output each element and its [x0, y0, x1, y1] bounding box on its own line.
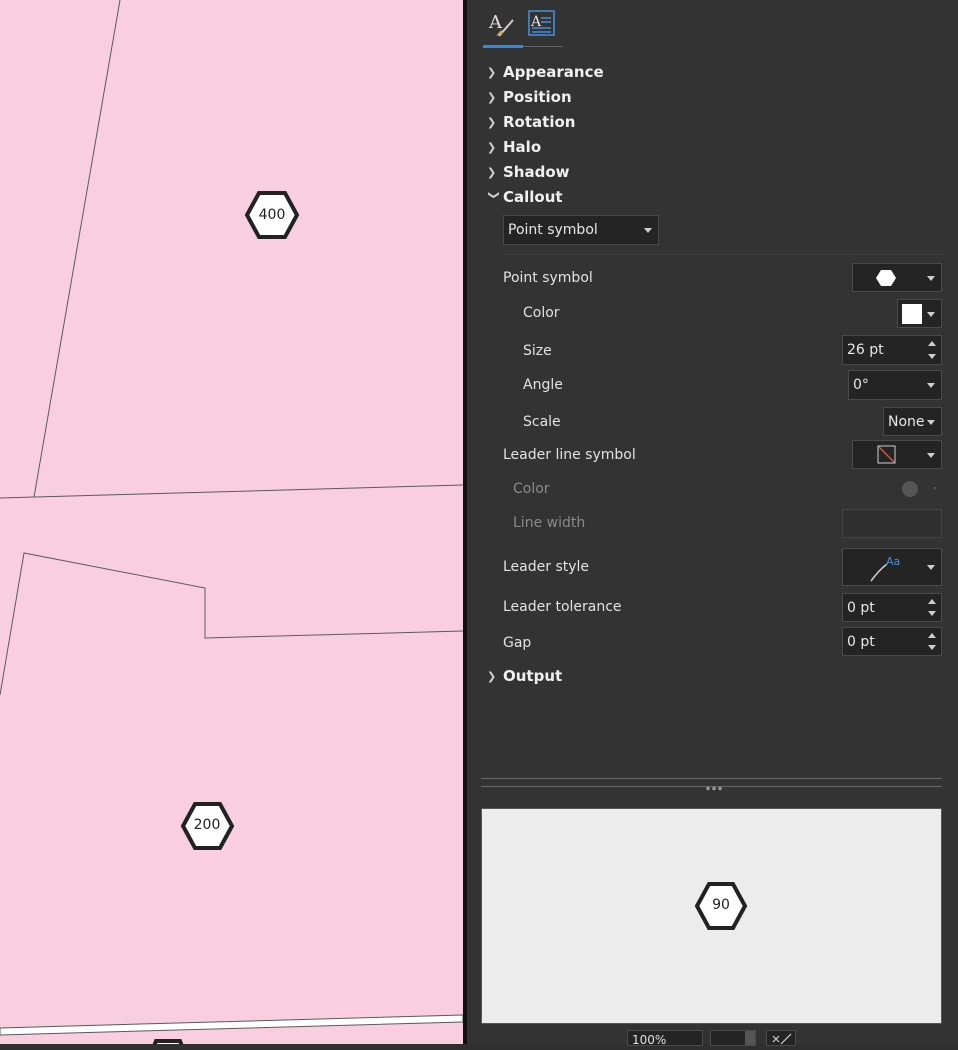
- resize-grip-icon[interactable]: [703, 778, 727, 791]
- dropdown-arrow-icon: [927, 383, 935, 388]
- text-paragraph-icon[interactable]: A: [527, 8, 557, 38]
- chevron-right-icon: ❯: [487, 140, 497, 154]
- no-color-icon: [902, 481, 937, 497]
- dropdown-arrow-icon: [927, 565, 935, 570]
- chevron-down-icon: ❯: [487, 190, 501, 200]
- callout-type-dropdown[interactable]: Point symbol: [503, 215, 659, 245]
- size-spinner[interactable]: 26 pt: [842, 335, 942, 365]
- point-symbol-picker[interactable]: [852, 263, 942, 292]
- leader-line-symbol-label: Leader line symbol: [503, 447, 636, 463]
- section-shadow[interactable]: ❯ Shadow: [487, 161, 570, 183]
- leader-color-picker-disabled: [897, 476, 942, 502]
- dropdown-arrow-icon: [644, 228, 652, 233]
- spin-down-icon[interactable]: [928, 611, 936, 616]
- spin-down-icon[interactable]: [928, 354, 936, 359]
- svg-text:Aa: Aa: [886, 555, 900, 568]
- gap-spinner[interactable]: 0 pt: [842, 627, 942, 656]
- section-output[interactable]: ❯ Output: [487, 665, 562, 687]
- preview-toolbar: 100%: [467, 1028, 958, 1047]
- scale-dropdown[interactable]: None: [883, 407, 942, 436]
- divider: [503, 254, 943, 255]
- map-canvas: [0, 0, 463, 1044]
- map-view[interactable]: 400 200: [0, 0, 463, 1044]
- color-picker[interactable]: [897, 299, 942, 328]
- size-label: Size: [523, 343, 552, 359]
- leader-tolerance-spinner[interactable]: 0 pt: [842, 593, 942, 622]
- leader-tolerance-label: Leader tolerance: [503, 599, 622, 615]
- dropdown-arrow-icon: [927, 311, 935, 317]
- section-position[interactable]: ❯ Position: [487, 86, 572, 108]
- dropdown-arrow-icon: [927, 275, 935, 281]
- leader-style-label: Leader style: [503, 559, 590, 575]
- leader-style-picker[interactable]: Aa: [842, 548, 942, 586]
- line-width-input-disabled: [842, 509, 942, 538]
- preview-label: 90: [712, 897, 730, 913]
- svg-text:A: A: [488, 12, 503, 33]
- angle-label: Angle: [523, 377, 563, 393]
- hexagon-icon: [876, 270, 896, 286]
- leader-line-symbol-picker[interactable]: [852, 440, 942, 469]
- color-swatch: [902, 304, 922, 324]
- symbol-preview: 90: [481, 808, 942, 1024]
- scale-label: Scale: [523, 414, 561, 430]
- dropdown-arrow-icon: [927, 452, 935, 458]
- color-label: Color: [523, 305, 560, 321]
- leader-style-icon: Aa: [870, 555, 900, 582]
- angle-dropdown[interactable]: 0°: [848, 370, 942, 400]
- section-appearance[interactable]: ❯ Appearance: [487, 61, 604, 83]
- paintbrush-text-icon[interactable]: A: [487, 8, 517, 38]
- map-label-400: 400: [258, 207, 286, 223]
- spin-down-icon[interactable]: [928, 645, 936, 650]
- section-halo[interactable]: ❯ Halo: [487, 136, 541, 158]
- map-label-200: 200: [193, 817, 221, 833]
- chevron-right-icon: ❯: [487, 115, 497, 129]
- chevron-right-icon: ❯: [487, 90, 497, 104]
- gap-label: Gap: [503, 635, 532, 651]
- spin-up-icon[interactable]: [928, 341, 936, 346]
- spin-up-icon[interactable]: [928, 599, 936, 604]
- line-width-label: Line width: [513, 515, 586, 531]
- line-symbol-icon: [877, 445, 896, 464]
- point-symbol-label: Point symbol: [503, 270, 593, 286]
- spin-up-icon[interactable]: [928, 633, 936, 638]
- tab-underline: [523, 46, 563, 47]
- dropdown-arrow-icon: [745, 1031, 755, 1045]
- label-properties-panel: A A ❯ Appearance ❯ Position ❯ Rotation ❯…: [467, 0, 958, 1047]
- active-tab-indicator: [483, 45, 523, 48]
- chevron-right-icon: ❯: [487, 65, 497, 79]
- chevron-right-icon: ❯: [487, 165, 497, 179]
- leader-color-label: Color: [513, 481, 550, 497]
- section-rotation[interactable]: ❯ Rotation: [487, 111, 575, 133]
- dropdown-arrow-icon: [927, 419, 935, 425]
- section-callout[interactable]: ❯ Callout: [487, 186, 563, 208]
- chevron-right-icon: ❯: [487, 669, 497, 683]
